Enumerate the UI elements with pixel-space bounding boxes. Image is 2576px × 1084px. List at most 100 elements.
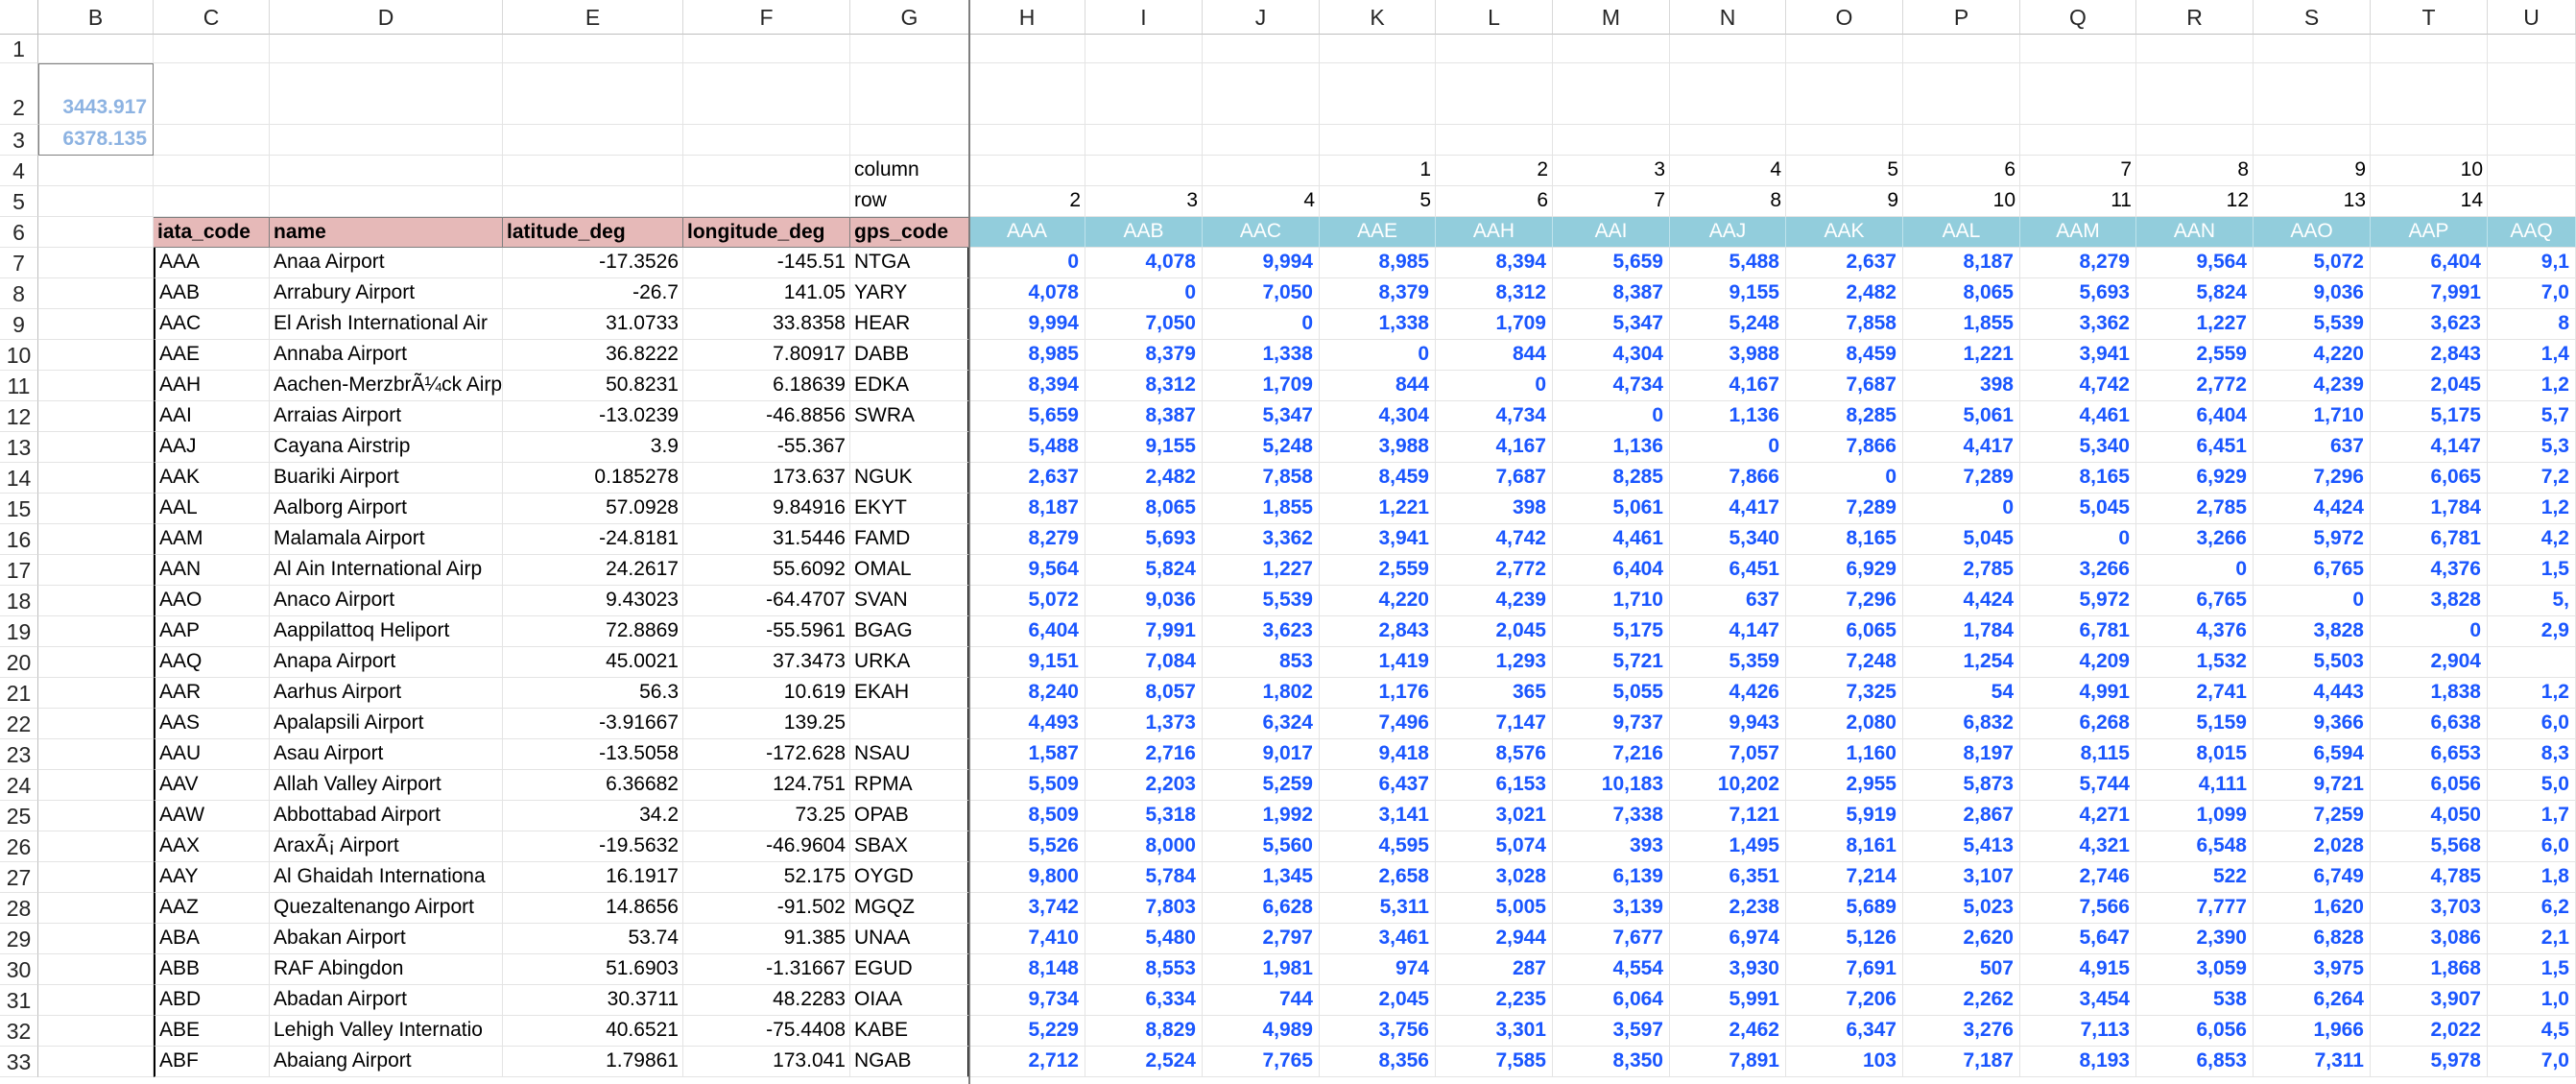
distance-cell[interactable]: 3,703 bbox=[2371, 893, 2488, 924]
distance-cell[interactable]: 2,637 bbox=[1786, 248, 1903, 278]
distance-cell[interactable]: 8,350 bbox=[1553, 1047, 1670, 1077]
matrix-header-aai[interactable]: AAI bbox=[1553, 217, 1670, 248]
cell[interactable] bbox=[2020, 125, 2136, 156]
matrix-header-aam[interactable]: AAM bbox=[2020, 217, 2136, 248]
distance-cell[interactable]: 8,459 bbox=[1320, 463, 1436, 494]
distance-cell[interactable]: 2,080 bbox=[1786, 709, 1903, 739]
column-index-2[interactable] bbox=[1203, 156, 1320, 186]
distance-cell[interactable]: 9,155 bbox=[1670, 278, 1786, 309]
distance-cell[interactable]: 6,404 bbox=[2371, 248, 2488, 278]
distance-cell[interactable]: 5,159 bbox=[2136, 709, 2254, 739]
distance-cell[interactable]: 538 bbox=[2136, 985, 2254, 1016]
iata-code-cell[interactable]: AAB bbox=[154, 278, 270, 309]
distance-cell[interactable]: 4,443 bbox=[2254, 678, 2371, 709]
iata-code-cell[interactable]: AAE bbox=[154, 340, 270, 371]
row-header-6[interactable]: 6 bbox=[0, 217, 38, 248]
row-header-14[interactable]: 14 bbox=[0, 463, 38, 494]
longitude-cell[interactable]: 7.80917 bbox=[683, 340, 850, 371]
distance-cell[interactable]: 4,078 bbox=[969, 278, 1085, 309]
airport-name-cell[interactable]: Allah Valley Airport bbox=[270, 770, 503, 801]
distance-cell[interactable]: 7,0 bbox=[2488, 1047, 2576, 1077]
cell[interactable] bbox=[1203, 63, 1320, 125]
distance-cell[interactable]: 5,647 bbox=[2020, 924, 2136, 954]
distance-cell[interactable]: 6,153 bbox=[1436, 770, 1553, 801]
distance-cell[interactable]: 507 bbox=[1903, 954, 2020, 985]
gps-code-cell[interactable]: URKA bbox=[850, 647, 969, 678]
distance-cell[interactable]: 5,560 bbox=[1203, 831, 1320, 862]
airport-name-cell[interactable]: RAF Abingdon bbox=[270, 954, 503, 985]
distance-cell[interactable]: 5,359 bbox=[1670, 647, 1786, 678]
distance-cell[interactable]: 1,838 bbox=[2371, 678, 2488, 709]
longitude-cell[interactable]: 124.751 bbox=[683, 770, 850, 801]
cell[interactable] bbox=[1085, 35, 1203, 63]
latitude-cell[interactable]: 34.2 bbox=[503, 801, 683, 831]
matrix-header-aac[interactable]: AAC bbox=[1203, 217, 1320, 248]
distance-cell[interactable]: 4,461 bbox=[2020, 401, 2136, 432]
column-index-4[interactable]: 2 bbox=[1436, 156, 1553, 186]
iata-code-cell[interactable]: AAP bbox=[154, 616, 270, 647]
distance-cell[interactable]: 2,797 bbox=[1203, 924, 1320, 954]
gps-code-cell[interactable]: OYGD bbox=[850, 862, 969, 893]
gps-code-cell[interactable] bbox=[850, 432, 969, 463]
cell[interactable] bbox=[1903, 63, 2020, 125]
cell[interactable] bbox=[38, 709, 154, 739]
distance-cell[interactable]: 9,737 bbox=[1553, 709, 1670, 739]
cell[interactable] bbox=[1786, 35, 1903, 63]
distance-cell[interactable]: 7,677 bbox=[1553, 924, 1670, 954]
airport-name-cell[interactable]: Cayana Airstrip bbox=[270, 432, 503, 463]
distance-cell[interactable]: 5,3 bbox=[2488, 432, 2576, 463]
distance-cell[interactable]: 4,209 bbox=[2020, 647, 2136, 678]
distance-cell[interactable]: 287 bbox=[1436, 954, 1553, 985]
distance-cell[interactable]: 7,777 bbox=[2136, 893, 2254, 924]
iata-code-cell[interactable]: AAM bbox=[154, 524, 270, 555]
cell[interactable] bbox=[683, 63, 850, 125]
cell[interactable] bbox=[503, 63, 683, 125]
latitude-cell[interactable]: 57.0928 bbox=[503, 494, 683, 524]
longitude-cell[interactable]: 33.8358 bbox=[683, 309, 850, 340]
cell[interactable] bbox=[1670, 125, 1786, 156]
distance-cell[interactable]: 398 bbox=[1903, 371, 2020, 401]
distance-cell[interactable]: 5,061 bbox=[1903, 401, 2020, 432]
gps-code-cell[interactable]: NGAB bbox=[850, 1047, 969, 1077]
cell[interactable] bbox=[38, 217, 154, 248]
distance-cell[interactable]: 7,0 bbox=[2488, 278, 2576, 309]
distance-cell[interactable]: 1,495 bbox=[1670, 831, 1786, 862]
cell[interactable] bbox=[38, 1047, 154, 1077]
longitude-cell[interactable]: 52.175 bbox=[683, 862, 850, 893]
longitude-cell[interactable]: 10.619 bbox=[683, 678, 850, 709]
column-index-6[interactable]: 4 bbox=[1670, 156, 1786, 186]
column-header-e[interactable]: E bbox=[503, 0, 683, 35]
distance-cell[interactable]: 6,765 bbox=[2254, 555, 2371, 586]
longitude-cell[interactable]: -75.4408 bbox=[683, 1016, 850, 1047]
row-header-21[interactable]: 21 bbox=[0, 678, 38, 709]
distance-cell[interactable]: 6,929 bbox=[2136, 463, 2254, 494]
distance-cell[interactable]: 7,289 bbox=[1786, 494, 1903, 524]
airport-name-cell[interactable]: Aalborg Airport bbox=[270, 494, 503, 524]
row-header-31[interactable]: 31 bbox=[0, 985, 38, 1016]
distance-cell[interactable]: 5,873 bbox=[1903, 770, 2020, 801]
cell[interactable] bbox=[38, 893, 154, 924]
column-header-i[interactable]: I bbox=[1085, 0, 1203, 35]
distance-cell[interactable]: 5,055 bbox=[1553, 678, 1670, 709]
gps-code-cell[interactable]: DABB bbox=[850, 340, 969, 371]
matrix-header-aaj[interactable]: AAJ bbox=[1670, 217, 1786, 248]
distance-cell[interactable]: 6,268 bbox=[2020, 709, 2136, 739]
gps-code-cell[interactable]: NTGA bbox=[850, 248, 969, 278]
matrix-header-aap[interactable]: AAP bbox=[2371, 217, 2488, 248]
distance-cell[interactable]: 9,036 bbox=[1085, 586, 1203, 616]
cell[interactable] bbox=[1320, 125, 1436, 156]
cell[interactable] bbox=[154, 125, 270, 156]
distance-cell[interactable]: 8,115 bbox=[2020, 739, 2136, 770]
longitude-cell[interactable]: -46.9604 bbox=[683, 831, 850, 862]
distance-cell[interactable]: 9,800 bbox=[969, 862, 1085, 893]
column-index-0[interactable] bbox=[969, 156, 1085, 186]
cell-b2-constant[interactable]: 3443.917 bbox=[38, 63, 154, 125]
distance-cell[interactable]: 2,262 bbox=[1903, 985, 2020, 1016]
cell[interactable] bbox=[1320, 35, 1436, 63]
cell[interactable] bbox=[683, 125, 850, 156]
distance-cell[interactable]: 1,293 bbox=[1436, 647, 1553, 678]
distance-cell[interactable]: 1,176 bbox=[1320, 678, 1436, 709]
row-header-30[interactable]: 30 bbox=[0, 954, 38, 985]
cell[interactable] bbox=[1553, 125, 1670, 156]
distance-cell[interactable]: 4,2 bbox=[2488, 524, 2576, 555]
